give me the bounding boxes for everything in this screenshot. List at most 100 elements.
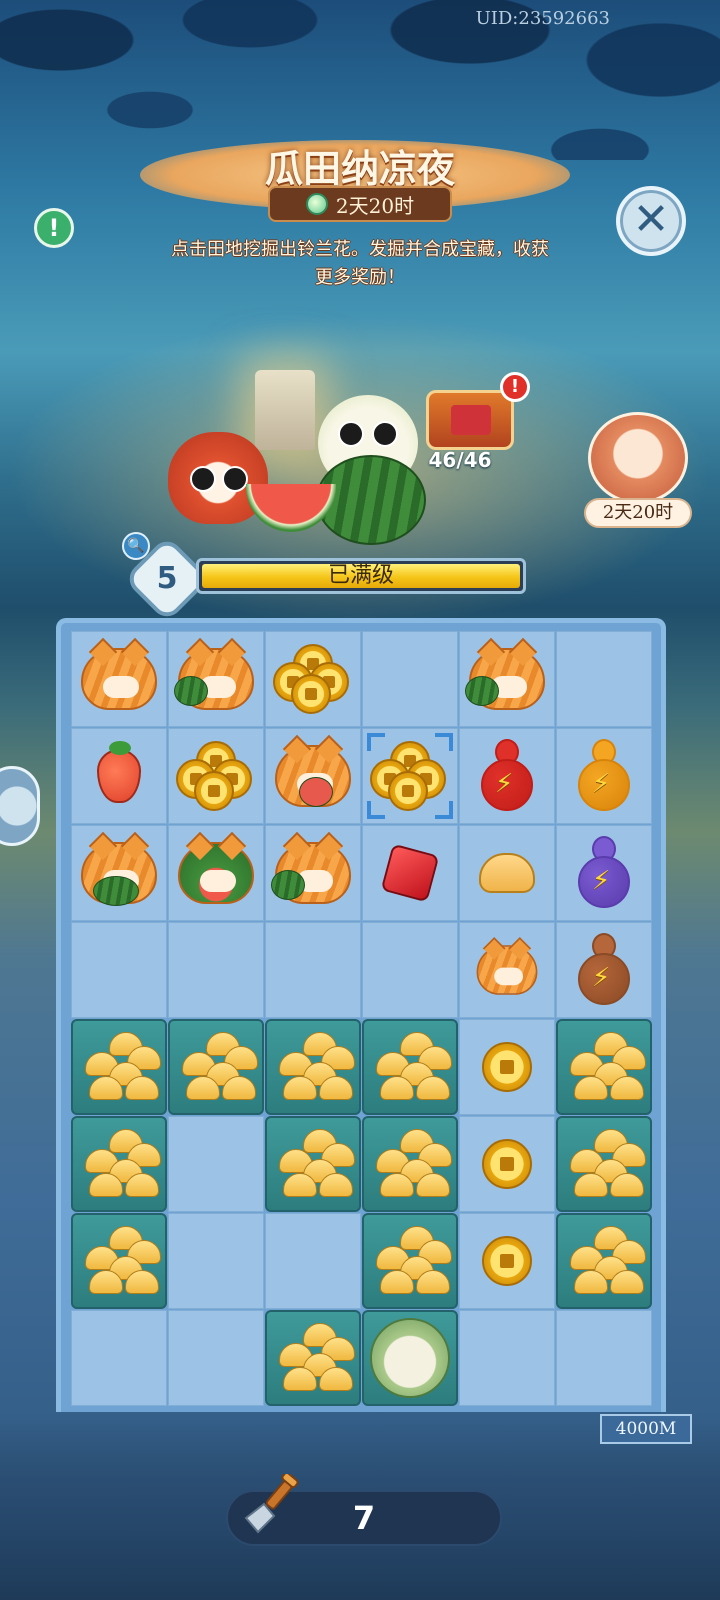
collection-book-icon[interactable] [426,390,514,450]
board-cell-2-4[interactable] [459,825,555,921]
red-gem-icon [380,843,440,903]
board-cell-6-1[interactable] [168,1213,264,1309]
event-description: 点击田地挖掘出铃兰花。发掘并合成宝藏，收获更多奖励！ [171,239,549,288]
board-cell-1-5[interactable]: ⚡ [556,728,652,824]
board-cell-4-3[interactable] [362,1019,458,1115]
board-cell-3-5[interactable]: ⚡ [556,922,652,1018]
strawberry-icon [97,741,141,803]
info-button[interactable]: ! [34,208,74,248]
board-cell-3-0[interactable] [71,922,167,1018]
board-cell-3-2[interactable] [265,922,361,1018]
board-cell-0-3[interactable] [362,631,458,727]
clock-icon [305,193,328,215]
ginkgo-leaf-icon [370,1129,452,1199]
board-cell-7-0[interactable] [71,1310,167,1406]
event-title: 瓜田纳凉夜 [264,146,455,191]
orange-cat-item [465,648,545,710]
orange-cat-item [178,842,254,904]
board-cell-2-5[interactable]: ⚡ [556,825,652,921]
board-cell-5-2[interactable] [265,1116,361,1212]
event-timer: 2天20时 [268,186,452,222]
board-cell-6-2[interactable] [265,1213,361,1309]
gourd-red-icon: ⚡ [477,739,537,813]
board-cell-4-5[interactable] [556,1019,652,1115]
board-cell-6-5[interactable] [556,1213,652,1309]
board-cell-7-1[interactable] [168,1310,264,1406]
ginkgo-leaf-icon [370,1226,452,1296]
board-cell-0-2[interactable] [265,631,361,727]
digger-cat-icon [370,1318,450,1398]
coin-icon [482,1042,532,1092]
ginkgo-leaf-icon [564,1129,646,1199]
board-cell-7-2[interactable] [265,1310,361,1406]
orange-cat-item [81,648,157,710]
side-event-icon[interactable] [588,412,688,504]
board-cell-3-1[interactable] [168,922,264,1018]
board-cell-0-5[interactable] [556,631,652,727]
ginkgo-leaf-icon [79,1032,161,1102]
board-cell-5-0[interactable] [71,1116,167,1212]
event-timer-text: 2天20时 [335,193,415,218]
gourd-orange-icon: ⚡ [574,739,634,813]
board-cell-6-0[interactable] [71,1213,167,1309]
magnifier-icon[interactable]: 🔍 [122,532,150,560]
coin-icon [482,1236,532,1286]
board-cell-4-0[interactable] [71,1019,167,1115]
board-grid: ⚡ ⚡ ⚡ ⚡ [71,631,655,1406]
ginkgo-leaf-icon [79,1226,161,1296]
ginkgo-leaf-icon [564,1226,646,1296]
ginkgo-leaf-icon [273,1323,355,1393]
board-cell-3-4[interactable] [459,922,555,1018]
board-cell-4-2[interactable] [265,1019,361,1115]
foliage-decoration [0,0,720,160]
board-cell-2-1[interactable] [168,825,264,921]
board-cell-5-1[interactable] [168,1116,264,1212]
bun-icon [479,853,535,893]
board-cell-1-4[interactable]: ⚡ [459,728,555,824]
collection-alert-badge: ! [500,372,530,402]
board-cell-2-2[interactable] [265,825,361,921]
board-cell-0-1[interactable] [168,631,264,727]
depth-indicator: 4000M [600,1414,692,1444]
ginkgo-leaf-icon [564,1032,646,1102]
board-cell-3-3[interactable] [362,922,458,1018]
ginkgo-leaf-icon [273,1129,355,1199]
orange-cat-item [476,945,538,995]
board-cell-0-4[interactable] [459,631,555,727]
board-cell-4-1[interactable] [168,1019,264,1115]
orange-cat-item [174,648,254,710]
board-cell-2-3[interactable] [362,825,458,921]
ginkgo-leaf-icon [370,1032,452,1102]
board-cell-7-5[interactable] [556,1310,652,1406]
board-cell-0-0[interactable] [71,631,167,727]
board-cell-1-1[interactable] [168,728,264,824]
coin-pile-icon [176,741,256,811]
board-cell-5-4[interactable] [459,1116,555,1212]
side-panel-toggle[interactable] [0,766,40,846]
board-cell-2-0[interactable] [71,825,167,921]
level-number: 5 [156,561,178,596]
board-cell-6-3[interactable] [362,1213,458,1309]
orange-cat-item [275,745,351,807]
board-cell-5-5[interactable] [556,1116,652,1212]
coin-icon [482,1139,532,1189]
gourd-purple-icon: ⚡ [574,836,634,910]
close-button[interactable]: ✕ [616,186,686,256]
merge-board: ⚡ ⚡ ⚡ ⚡ [56,618,666,1412]
side-event-timer: 2天20时 [584,498,692,528]
gourd-brown-icon: ⚡ [574,933,634,1007]
board-cell-5-3[interactable] [362,1116,458,1212]
board-cell-7-4[interactable] [459,1310,555,1406]
board-cell-1-0[interactable] [71,728,167,824]
orange-cat-item [271,842,351,904]
board-cell-7-3[interactable] [362,1310,458,1406]
collection-count: 46/46 [428,448,492,472]
uid-label: UID:23592663 [475,8,610,29]
shovel-count: 7 [352,1499,376,1537]
orange-cat-item [81,842,157,906]
board-cell-6-4[interactable] [459,1213,555,1309]
board-cell-4-4[interactable] [459,1019,555,1115]
board-cell-1-3[interactable] [362,728,458,824]
coin-pile-icon [370,741,450,811]
board-cell-1-2[interactable] [265,728,361,824]
